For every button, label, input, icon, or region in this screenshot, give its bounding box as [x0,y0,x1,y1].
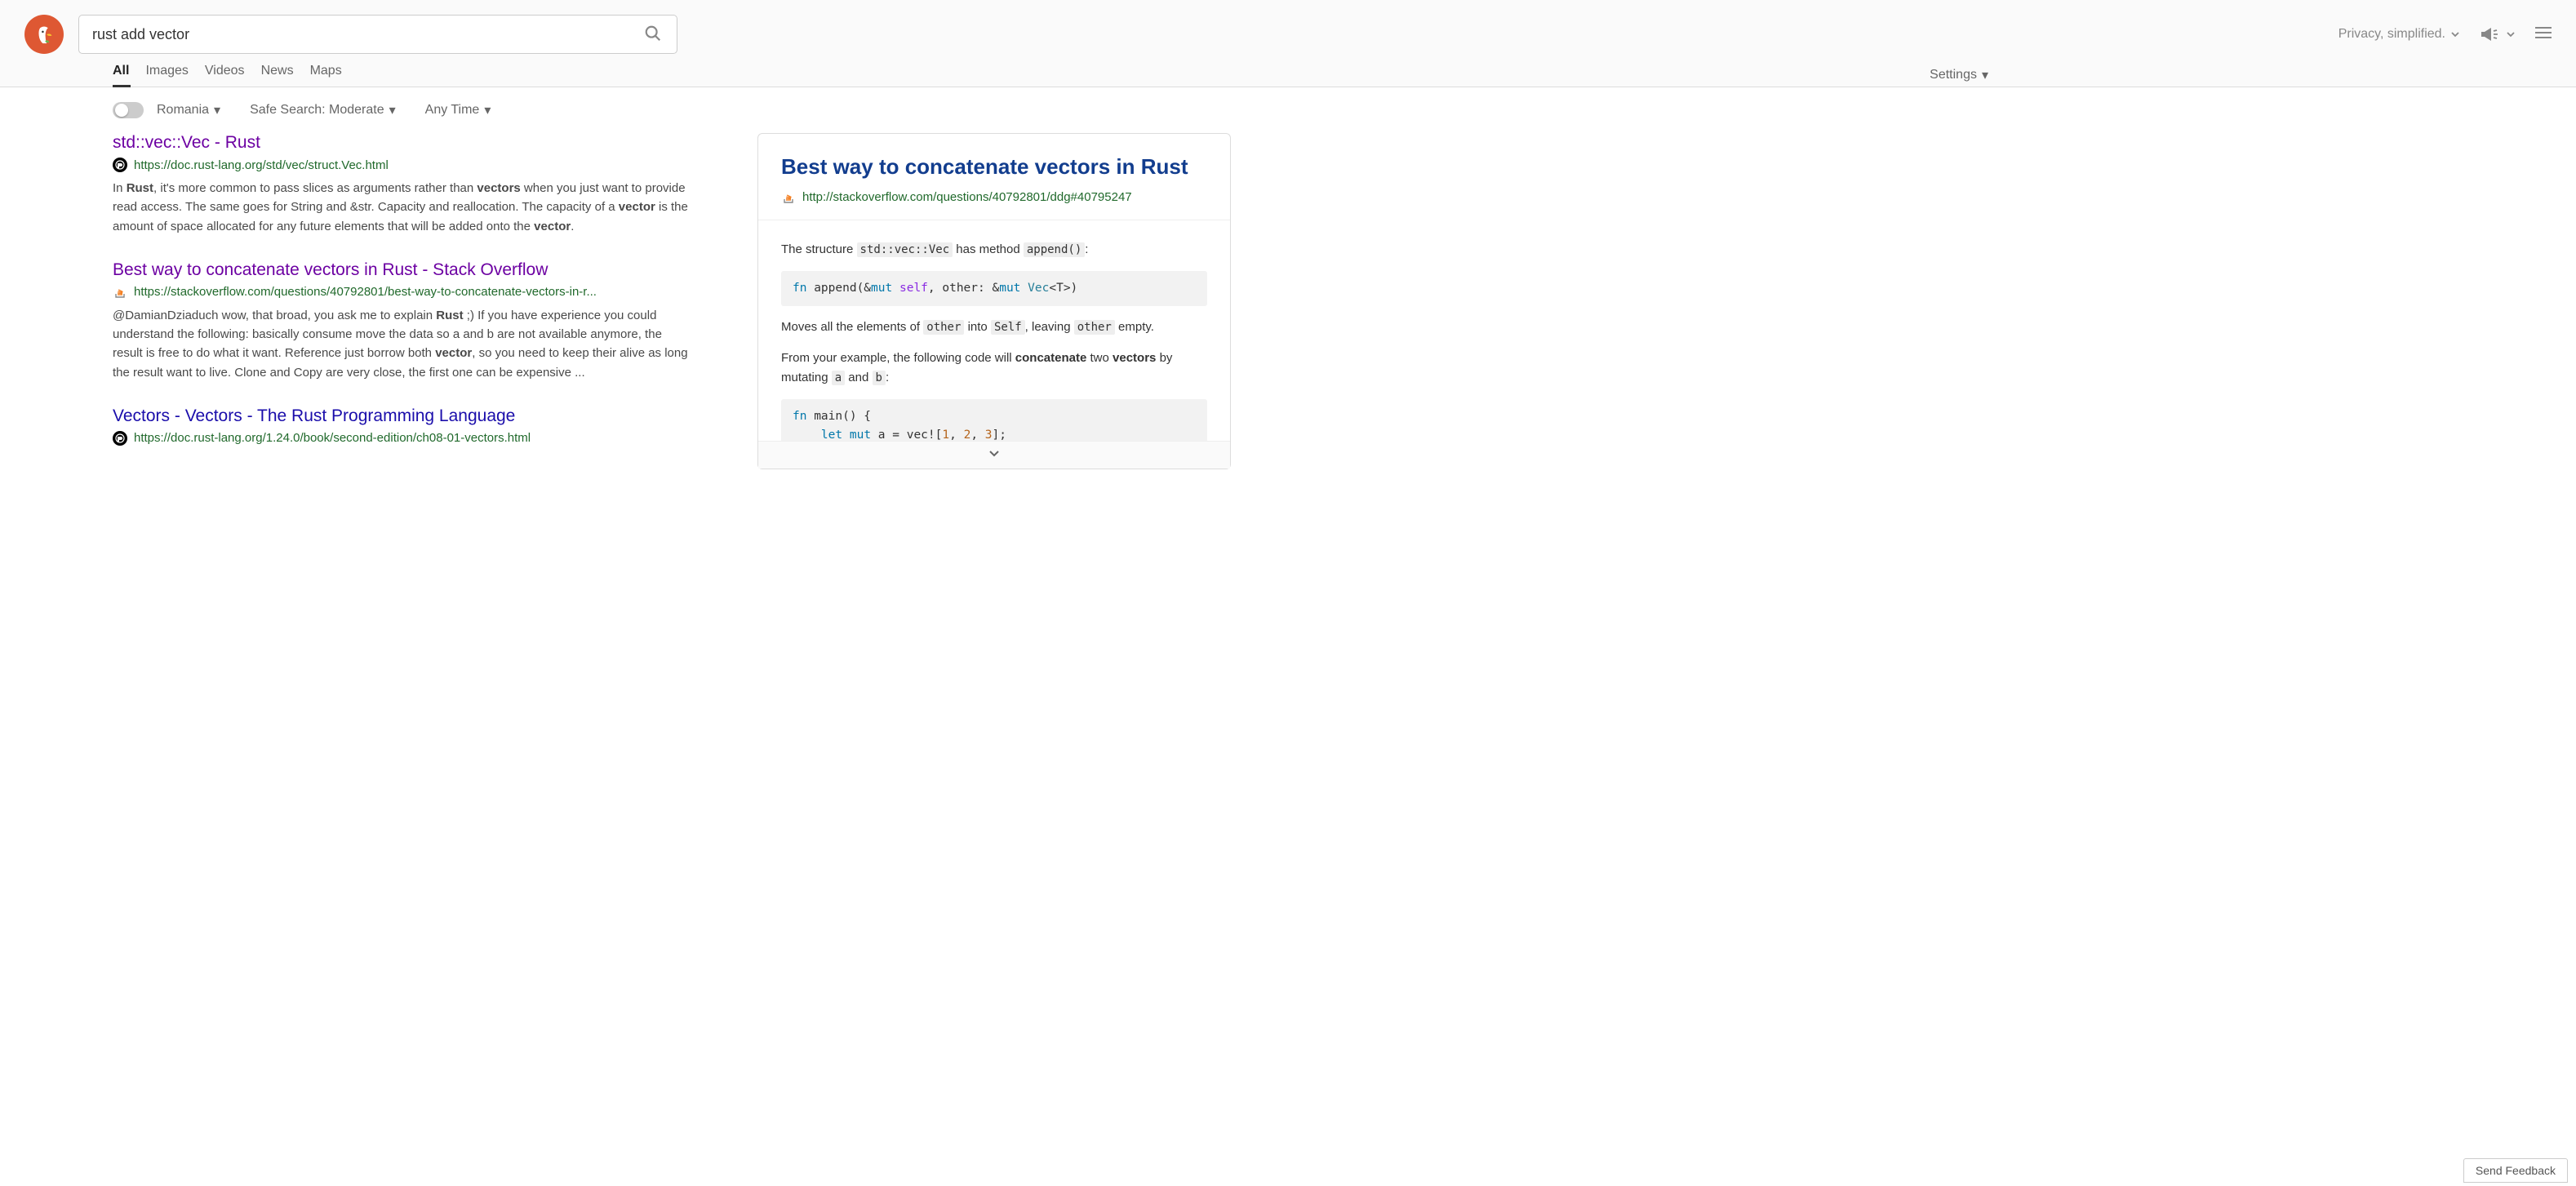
result-url-row: https://doc.rust-lang.org/1.24.0/book/se… [113,431,692,446]
announcements-button[interactable] [2480,26,2516,42]
tab-news[interactable]: News [261,64,294,87]
answer-text: has method [953,242,1024,256]
megaphone-icon [2480,26,2501,42]
region-toggle[interactable] [113,102,144,118]
code-block: fn append(&mut self, other: &mut Vec<T>) [781,271,1207,306]
caret-down-icon: ▾ [389,102,396,118]
send-feedback-button[interactable]: Send Feedback [2463,1158,2568,1183]
inline-code: other [1074,320,1115,335]
safesearch-filter[interactable]: Safe Search: Moderate ▾ [250,102,396,118]
inline-code: a [832,371,845,385]
answer-text: empty. [1115,320,1154,334]
answer-text: two [1086,351,1113,365]
answer-title[interactable]: Best way to concatenate vectors in Rust [781,153,1207,180]
result-url[interactable]: https://doc.rust-lang.org/std/vec/struct… [134,158,389,172]
rust-icon [113,158,127,172]
chevron-down-icon [2506,29,2516,39]
answer-card: Best way to concatenate vectors in Rust … [757,133,1231,469]
settings-dropdown[interactable]: Settings ▾ [1930,67,1988,83]
expand-answer-button[interactable] [758,441,1230,469]
answer-text: Moves all the elements of [781,320,923,334]
inline-code: b [873,371,886,385]
answer-text: , leaving [1025,320,1074,334]
answer-text: : [886,371,889,384]
result-url[interactable]: https://stackoverflow.com/questions/4079… [134,285,597,299]
time-label: Any Time [425,103,480,118]
result-title[interactable]: std::vec::Vec - Rust [113,133,692,153]
caret-down-icon: ▾ [214,102,220,118]
rust-icon [113,431,127,446]
inline-code: std::vec::Vec [857,242,953,257]
caret-down-icon: ▾ [484,102,491,118]
result-url-row: https://stackoverflow.com/questions/4079… [113,285,692,300]
menu-button[interactable] [2535,26,2552,43]
result-url-row: https://doc.rust-lang.org/std/vec/struct… [113,158,692,172]
tab-videos[interactable]: Videos [205,64,245,87]
privacy-label: Privacy, simplified. [2338,27,2445,42]
tab-all[interactable]: All [113,64,129,87]
answer-text: and [845,371,872,384]
inline-code: other [923,320,964,335]
answer-text: The structure [781,242,857,256]
answer-text-bold: concatenate [1015,351,1087,365]
answer-body: The structure std::vec::Vec has method a… [758,220,1230,441]
code-block: fn main() { let mut a = vec![1, 2, 3]; l… [781,399,1207,441]
hamburger-icon [2535,26,2552,39]
search-button[interactable] [639,20,667,50]
privacy-link[interactable]: Privacy, simplified. [2338,27,2460,42]
answer-text: into [964,320,991,334]
result-title[interactable]: Vectors - Vectors - The Rust Programming… [113,406,692,426]
search-input[interactable] [92,26,639,43]
search-result: std::vec::Vec - Rusthttps://doc.rust-lan… [113,133,692,236]
answer-text: From your example, the following code wi… [781,351,1015,365]
result-title[interactable]: Best way to concatenate vectors in Rust … [113,260,692,280]
stackoverflow-icon [113,285,127,300]
chevron-down-icon [2450,29,2460,39]
inline-code: append() [1024,242,1085,257]
region-filter[interactable]: Romania ▾ [113,102,220,118]
region-label: Romania [157,103,209,118]
caret-down-icon: ▾ [1982,67,1988,83]
search-box[interactable] [78,15,677,54]
results-column: std::vec::Vec - Rusthttps://doc.rust-lan… [113,133,692,470]
result-snippet: In Rust, it's more common to pass slices… [113,179,692,236]
search-result: Best way to concatenate vectors in Rust … [113,260,692,382]
tab-images[interactable]: Images [145,64,188,87]
search-icon [644,24,662,42]
toggle-knob [115,104,128,117]
stackoverflow-icon [781,190,796,205]
result-snippet: @DamianDziaduch wow, that broad, you ask… [113,306,692,382]
settings-label: Settings [1930,68,1977,82]
chevron-down-icon [988,446,1001,460]
answer-text-bold: vectors [1113,351,1156,365]
safesearch-label: Safe Search: Moderate [250,103,384,118]
inline-code: Self [991,320,1025,335]
answer-url[interactable]: http://stackoverflow.com/questions/40792… [802,190,1132,204]
search-result: Vectors - Vectors - The Rust Programming… [113,406,692,446]
logo[interactable] [24,15,64,54]
time-filter[interactable]: Any Time ▾ [425,102,491,118]
answer-text: : [1085,242,1088,256]
duckduckgo-icon [29,19,60,50]
tab-maps[interactable]: Maps [310,64,342,87]
result-url[interactable]: https://doc.rust-lang.org/1.24.0/book/se… [134,431,531,445]
